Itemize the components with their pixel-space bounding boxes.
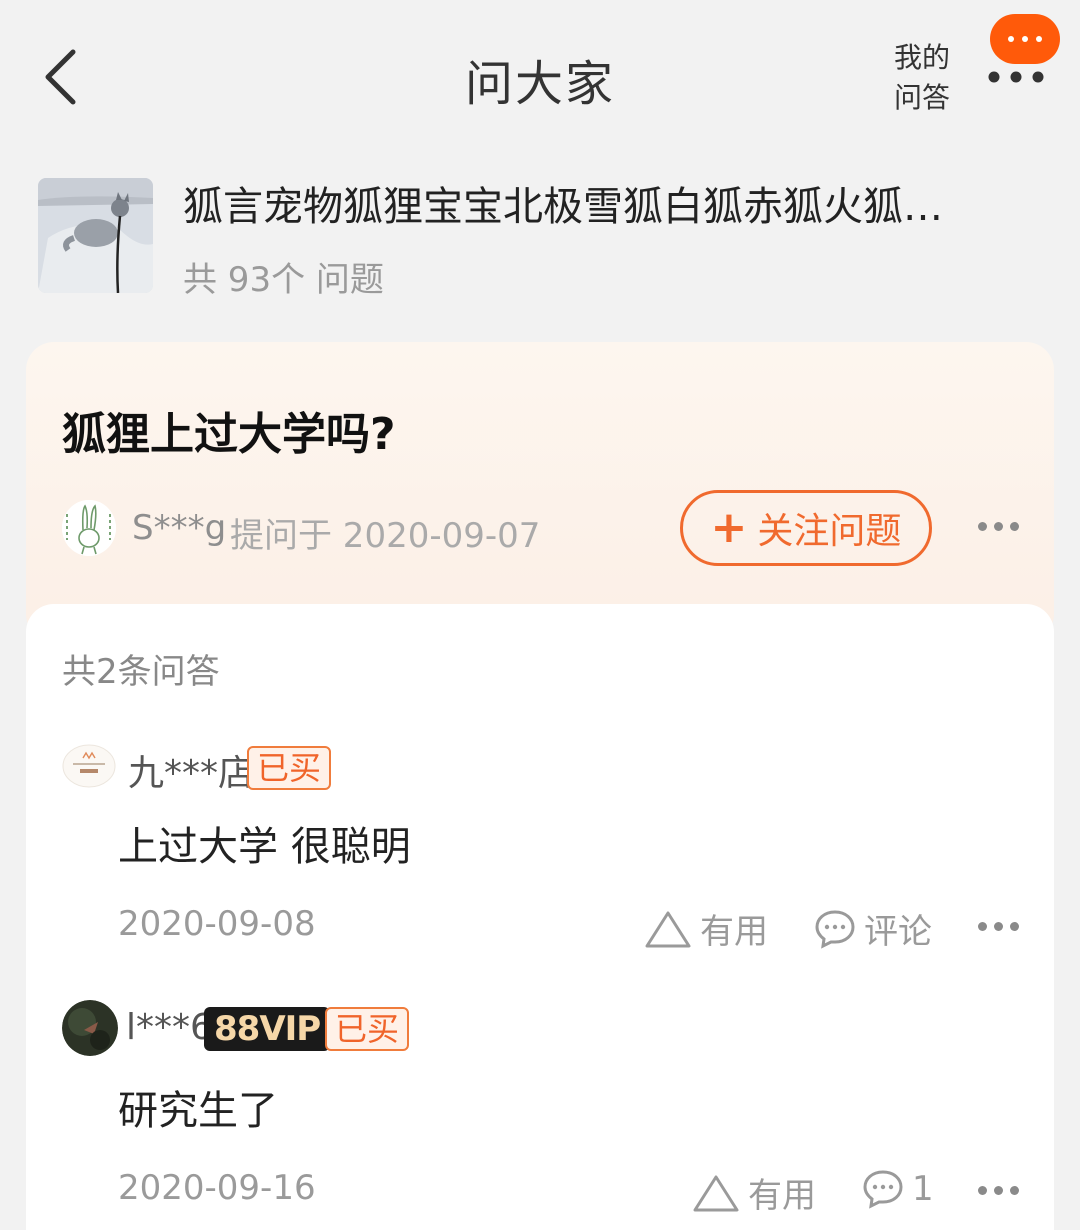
useful-label: 有用 [700, 912, 768, 952]
asker-avatar[interactable] [62, 500, 116, 556]
message-badge-icon[interactable] [990, 14, 1060, 64]
more-icon [988, 71, 1044, 83]
question-title: 狐狸上过大学吗? [62, 409, 396, 460]
comment-count: 1 [912, 1169, 934, 1209]
useful-label: 有用 [748, 1176, 816, 1216]
product-title[interactable]: 狐言宠物狐狸宝宝北极雪狐白狐赤狐火狐… [183, 174, 1023, 232]
useful-button[interactable]: 有用 [692, 1168, 816, 1217]
question-more-button[interactable] [978, 522, 1019, 531]
my-qa-label-line2: 问答 [894, 81, 951, 114]
answer-avatar[interactable] [62, 744, 116, 788]
more-menu-button[interactable] [986, 62, 1046, 92]
comment-bubble-icon [863, 1170, 903, 1209]
fox-photo-icon [38, 178, 153, 293]
asked-date: 提问于 2020-09-07 [230, 516, 541, 556]
comment-button[interactable]: 1 [862, 1168, 934, 1210]
follow-label: 关注问题 [757, 511, 902, 552]
answers-count: 共2条问答 [62, 652, 220, 692]
bought-badge: 已买 [247, 746, 332, 790]
product-thumbnail[interactable] [38, 178, 153, 293]
useful-button[interactable]: 有用 [644, 904, 768, 953]
user-avatar-icon [62, 1000, 118, 1056]
comment-bubble-icon [815, 909, 855, 949]
comment-label: 评论 [864, 912, 932, 952]
triangle-up-icon [645, 911, 691, 947]
rabbit-avatar-icon [62, 500, 116, 556]
answer-more-button[interactable] [978, 1186, 1019, 1195]
asker-name[interactable]: S***g [132, 508, 226, 548]
follow-question-button[interactable]: + 关注问题 [680, 490, 932, 566]
answer-date: 2020-09-16 [118, 1168, 316, 1208]
shop-logo-icon [62, 744, 116, 788]
answer-text: 研究生了 [118, 1088, 278, 1134]
answer-more-button[interactable] [978, 922, 1019, 931]
my-qa-button[interactable]: 我的 问答 [894, 38, 958, 118]
answer-avatar[interactable] [62, 1000, 118, 1056]
answer-username[interactable]: 九***店 [128, 744, 254, 796]
answer-text: 上过大学 很聪明 [118, 824, 411, 870]
vip-badge: 88VIP [204, 1007, 331, 1051]
answer-date: 2020-09-08 [118, 904, 316, 944]
comment-button[interactable]: 评论 [814, 904, 932, 953]
my-qa-label-line1: 我的 [894, 41, 951, 74]
triangle-up-icon [693, 1175, 739, 1211]
bought-badge: 已买 [325, 1007, 410, 1051]
question-count: 共 93个 问题 [183, 260, 384, 300]
answer-username[interactable]: l***6 [126, 1007, 213, 1048]
plus-icon: + [710, 502, 748, 553]
